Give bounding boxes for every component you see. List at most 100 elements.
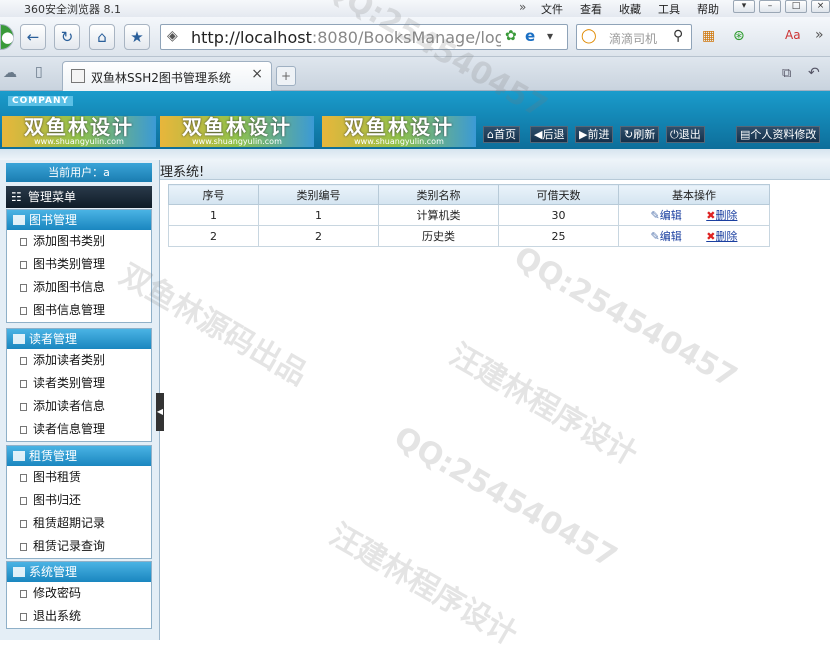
sidebar-item[interactable]: 图书归还: [7, 489, 151, 512]
home-icon[interactable]: ⌂: [89, 24, 115, 50]
undo-close-icon[interactable]: ↶: [808, 65, 820, 81]
col-header: 序号: [168, 184, 259, 205]
translate-icon[interactable]: Aa: [785, 28, 801, 42]
search-icon[interactable]: ⚲: [673, 28, 683, 44]
shield-icon: ◈: [167, 28, 178, 44]
compat-mode-icon[interactable]: ✿: [505, 28, 517, 44]
folder-icon: [13, 334, 25, 344]
page-header: 理系统!: [160, 160, 830, 180]
sidebar-item[interactable]: 图书信息管理: [7, 299, 151, 322]
menu-help[interactable]: 帮助: [697, 1, 719, 17]
address-bar[interactable]: ◈ http://localhost:8080/BooksManage/logi…: [160, 24, 568, 50]
profile-edit-button[interactable]: ▤个人资料修改: [736, 126, 821, 143]
page-icon: [20, 403, 27, 411]
security-icon[interactable]: ⊛: [733, 28, 745, 44]
edit-link[interactable]: ✎编辑: [651, 209, 682, 222]
sidebar-item[interactable]: 图书类别管理: [7, 253, 151, 276]
sidebar-item[interactable]: 读者类别管理: [7, 372, 151, 395]
cell-code: 2: [258, 225, 379, 247]
close-window-icon[interactable]: ×: [811, 0, 830, 13]
menu-title: 管理菜单: [6, 186, 152, 208]
sidebar-item[interactable]: 租赁超期记录: [7, 512, 151, 535]
back-button[interactable]: ◀后退: [530, 126, 569, 143]
sidebar-item[interactable]: 添加图书类别: [7, 230, 151, 253]
cell-actions: ✎编辑 ✖删除: [618, 204, 770, 226]
browser-logo-icon: ●: [0, 24, 14, 50]
apps-grid-icon[interactable]: ▦: [702, 28, 715, 44]
cell-name: 计算机类: [378, 204, 499, 226]
folder-icon: [13, 567, 25, 577]
more-chevron-icon[interactable]: »: [519, 0, 526, 14]
pencil-icon: ✎: [650, 230, 660, 243]
group-header[interactable]: 租赁管理: [7, 446, 151, 466]
group-header[interactable]: 系统管理: [7, 562, 151, 582]
menu-view[interactable]: 查看: [580, 1, 602, 17]
sidebar-item[interactable]: 图书租赁: [7, 466, 151, 489]
group-rental: 租赁管理 图书租赁 图书归还 租赁超期记录 租赁记录查询: [6, 445, 152, 559]
sidebar-item[interactable]: 修改密码: [7, 582, 151, 605]
menu-file[interactable]: 文件: [541, 1, 563, 17]
more-tools-icon[interactable]: »: [815, 27, 824, 43]
folder-icon: [13, 451, 25, 461]
refresh-icon[interactable]: ↻: [54, 24, 80, 50]
ie-mode-icon[interactable]: e: [525, 27, 535, 45]
sidebar-item[interactable]: 读者信息管理: [7, 418, 151, 441]
refresh-button[interactable]: ↻刷新: [620, 126, 660, 143]
back-arrow-icon[interactable]: ←: [20, 24, 46, 50]
sidebar-item[interactable]: 添加图书信息: [7, 276, 151, 299]
logo-3: 双鱼林设计 www.shuangyulin.com: [322, 116, 476, 147]
address-url[interactable]: http://localhost:8080/BooksManage/login/…: [191, 28, 501, 47]
sidebar-item[interactable]: 退出系统: [7, 605, 151, 628]
category-table: 序号 类别编号 类别名称 可借天数 基本操作 1 1 计算机类 30 ✎编辑 ✖…: [168, 184, 770, 247]
page-icon: [20, 284, 27, 292]
edit-link[interactable]: ✎编辑: [651, 230, 682, 243]
browser-app-title: 360安全浏览器 8.1: [24, 3, 121, 16]
page-title: 理系统!: [160, 165, 205, 180]
delete-link[interactable]: ✖删除: [706, 209, 737, 222]
sidebar-item[interactable]: 添加读者类别: [7, 349, 151, 372]
group-readers: 读者管理 添加读者类别 读者类别管理 添加读者信息 读者信息管理: [6, 328, 152, 442]
group-header[interactable]: 图书管理: [7, 210, 151, 230]
browser-tab-bar: ☁ ▯ 双鱼林SSH2图书管理系统 × + ⧉ ↶: [0, 57, 830, 91]
search-box[interactable]: ◯ 滴滴司机 ⚲: [576, 24, 692, 50]
page-icon: [20, 543, 27, 551]
home-button[interactable]: ⌂首页: [483, 126, 520, 143]
tab-close-icon[interactable]: ×: [251, 66, 263, 82]
cell-no: 2: [168, 225, 259, 247]
new-tab-icon[interactable]: +: [276, 66, 296, 86]
cell-code: 1: [258, 204, 379, 226]
pencil-icon: ✎: [650, 209, 660, 222]
search-placeholder: 滴滴司机: [609, 32, 658, 46]
browser-title-bar: 360安全浏览器 8.1 » 文件 查看 收藏 工具 帮助 ▾ – □ ×: [0, 0, 830, 17]
page-icon: [20, 380, 27, 388]
page-icon: [20, 613, 27, 621]
delete-link[interactable]: ✖删除: [706, 230, 737, 243]
search-engine-icon[interactable]: ◯: [581, 28, 597, 44]
page-icon: [20, 590, 27, 598]
tab-active[interactable]: 双鱼林SSH2图书管理系统 ×: [62, 61, 272, 91]
col-header: 类别名称: [378, 184, 499, 205]
tab-title: 双鱼林SSH2图书管理系统: [91, 71, 231, 85]
skin-icon[interactable]: ▾: [733, 0, 755, 13]
address-dropdown-icon[interactable]: ▾: [547, 29, 553, 43]
menu-favorites[interactable]: 收藏: [619, 1, 641, 17]
menu-tools[interactable]: 工具: [658, 1, 680, 17]
tab-list-icon[interactable]: ⧉: [782, 66, 791, 81]
forward-button[interactable]: ▶前进: [575, 126, 614, 143]
logout-button[interactable]: ⏻退出: [666, 126, 705, 143]
page-icon: [20, 520, 27, 528]
cloud-icon[interactable]: ☁: [3, 65, 17, 81]
cell-days: 30: [498, 204, 619, 226]
favorite-star-icon[interactable]: ★: [124, 24, 150, 50]
page-icon: [20, 307, 27, 315]
page-icon: [20, 261, 27, 269]
minimize-icon[interactable]: –: [759, 0, 781, 13]
logo-1: 双鱼林设计 www.shuangyulin.com: [2, 116, 156, 147]
company-label: COMPANY: [8, 96, 73, 106]
phone-icon[interactable]: ▯: [35, 64, 43, 80]
folder-icon: [13, 215, 25, 225]
sidebar-item[interactable]: 租赁记录查询: [7, 535, 151, 558]
maximize-icon[interactable]: □: [785, 0, 807, 13]
group-header[interactable]: 读者管理: [7, 329, 151, 349]
sidebar-item[interactable]: 添加读者信息: [7, 395, 151, 418]
